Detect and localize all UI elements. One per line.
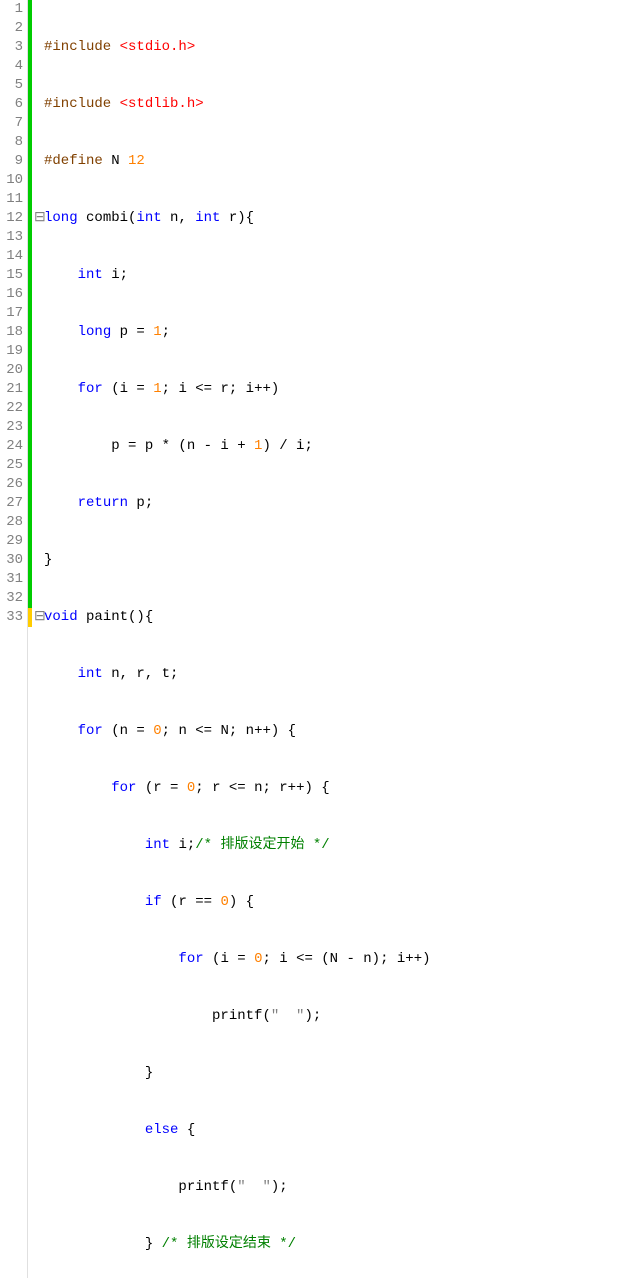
- code-line[interactable]: #include <stdlib.h>: [34, 95, 640, 114]
- code-line[interactable]: printf(" ");: [34, 1007, 640, 1026]
- code-line[interactable]: }: [34, 1064, 640, 1083]
- line-number: 3: [0, 38, 23, 57]
- code-area[interactable]: #include <stdio.h> #include <stdlib.h> #…: [32, 0, 640, 1278]
- line-number: 27: [0, 494, 23, 513]
- code-line[interactable]: return p;: [34, 494, 640, 513]
- line-number: 8: [0, 133, 23, 152]
- line-number: 18: [0, 323, 23, 342]
- fold-minus-icon[interactable]: ⊟: [34, 608, 44, 627]
- code-line[interactable]: #include <stdio.h>: [34, 38, 640, 57]
- code-line[interactable]: #define N 12: [34, 152, 640, 171]
- line-number: 29: [0, 532, 23, 551]
- line-number: 25: [0, 456, 23, 475]
- line-number: 14: [0, 247, 23, 266]
- line-number: 23: [0, 418, 23, 437]
- line-number: 28: [0, 513, 23, 532]
- line-number: 31: [0, 570, 23, 589]
- line-number: 10: [0, 171, 23, 190]
- code-line[interactable]: int i;: [34, 266, 640, 285]
- line-number: 19: [0, 342, 23, 361]
- code-line[interactable]: }: [34, 551, 640, 570]
- line-number: 17: [0, 304, 23, 323]
- line-number: 16: [0, 285, 23, 304]
- line-number: 12: [0, 209, 23, 228]
- code-line[interactable]: int i;/* 排版设定开始 */: [34, 836, 640, 855]
- line-number: 32: [0, 589, 23, 608]
- line-number: 1: [0, 0, 23, 19]
- code-editor[interactable]: 1 2 3 4 5 6 7 8 9 10 11 12 13 14 15 16 1…: [0, 0, 640, 1278]
- code-line[interactable]: for (n = 0; n <= N; n++) {: [34, 722, 640, 741]
- line-number: 13: [0, 228, 23, 247]
- code-line[interactable]: for (i = 1; i <= r; i++): [34, 380, 640, 399]
- code-line[interactable]: int n, r, t;: [34, 665, 640, 684]
- line-number: 24: [0, 437, 23, 456]
- code-line[interactable]: } /* 排版设定结束 */: [34, 1235, 640, 1254]
- line-number: 5: [0, 76, 23, 95]
- line-number: 4: [0, 57, 23, 76]
- code-line[interactable]: ⊟long combi(int n, int r){: [34, 209, 640, 228]
- code-line[interactable]: p = p * (n - i + 1) / i;: [34, 437, 640, 456]
- line-number: 30: [0, 551, 23, 570]
- code-line[interactable]: for (r = 0; r <= n; r++) {: [34, 779, 640, 798]
- line-number: 6: [0, 95, 23, 114]
- line-number: 7: [0, 114, 23, 133]
- fold-minus-icon[interactable]: ⊟: [34, 209, 44, 228]
- line-number: 2: [0, 19, 23, 38]
- code-line[interactable]: long p = 1;: [34, 323, 640, 342]
- code-line[interactable]: printf(" ");: [34, 1178, 640, 1197]
- code-line[interactable]: if (r == 0) {: [34, 893, 640, 912]
- line-number: 15: [0, 266, 23, 285]
- line-number: 20: [0, 361, 23, 380]
- line-number: 22: [0, 399, 23, 418]
- line-number: 11: [0, 190, 23, 209]
- line-number: 33: [0, 608, 23, 627]
- line-number: 9: [0, 152, 23, 171]
- line-number: 26: [0, 475, 23, 494]
- code-line[interactable]: ⊟void paint(){: [34, 608, 640, 627]
- code-line[interactable]: for (i = 0; i <= (N - n); i++): [34, 950, 640, 969]
- line-number: 21: [0, 380, 23, 399]
- code-line[interactable]: else {: [34, 1121, 640, 1140]
- line-number-gutter: 1 2 3 4 5 6 7 8 9 10 11 12 13 14 15 16 1…: [0, 0, 28, 1278]
